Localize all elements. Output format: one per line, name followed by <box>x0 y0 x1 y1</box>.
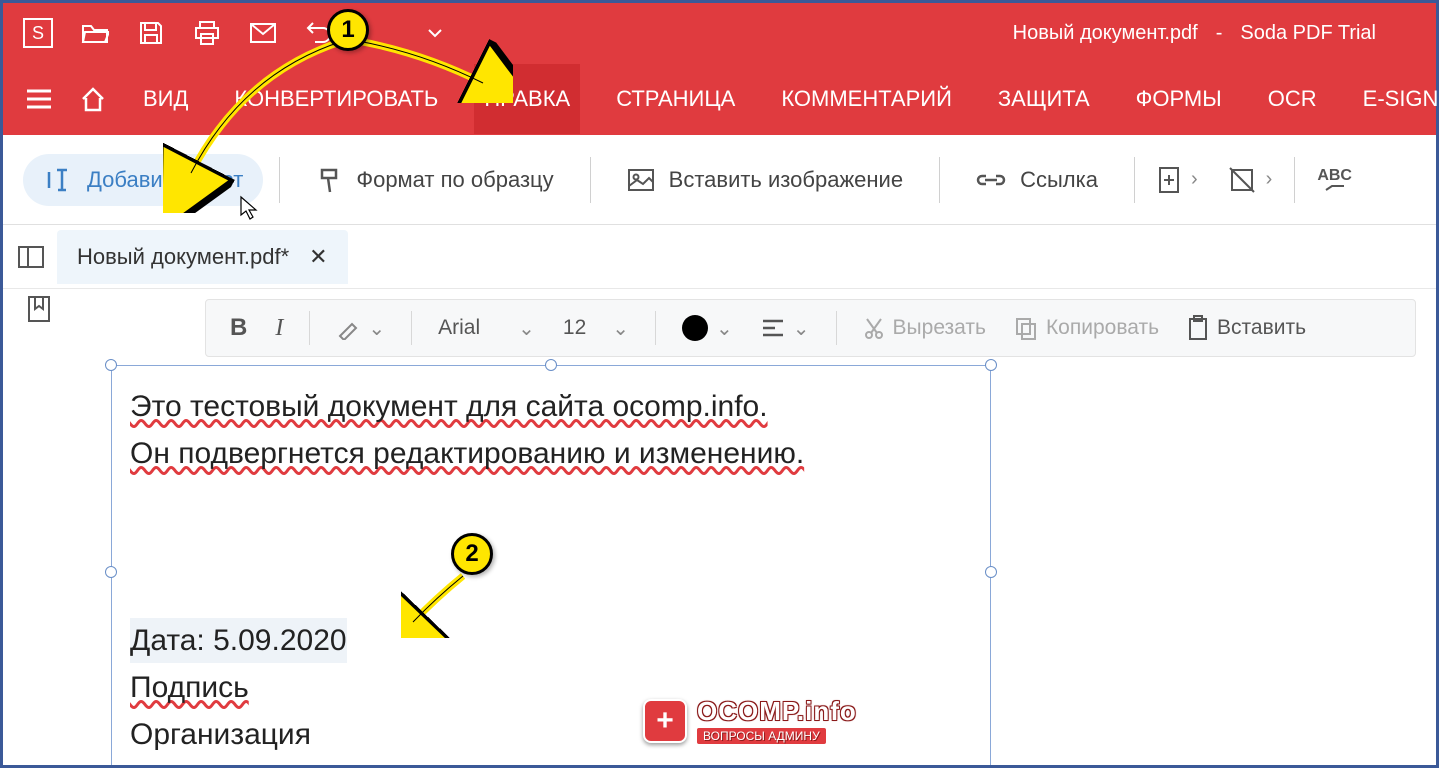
watermark-main: OCOMP.info <box>697 696 857 727</box>
document-viewport: B I ⌄ Arial ⌄ 12 ⌄ ⌄ ⌄ <box>75 289 1436 765</box>
text-line-1[interactable]: Это тестовый документ для сайта ocomp.in… <box>130 384 768 429</box>
resize-handle[interactable] <box>105 359 117 371</box>
crop-page-button[interactable]: › <box>1222 158 1279 202</box>
text-line-2[interactable]: Он подвергнется редактированию и изменен… <box>130 431 804 476</box>
bold-button[interactable]: B <box>222 310 255 346</box>
separator <box>836 311 837 345</box>
watermark-sub: ВОПРОСЫ АДМИНУ <box>697 728 826 744</box>
document-name: Новый документ.pdf <box>1013 22 1198 45</box>
highlight-color-button[interactable]: ⌄ <box>328 312 393 345</box>
insert-image-button[interactable]: Вставить изображение <box>607 155 923 205</box>
app-logo-icon[interactable]: S <box>23 18 53 48</box>
watermark-badge-icon: + <box>643 699 687 743</box>
chevron-down-icon: ⌄ <box>368 316 385 341</box>
mouse-cursor-icon <box>239 195 259 221</box>
chevron-right-icon: › <box>1266 168 1273 191</box>
title-separator: - <box>1216 22 1223 45</box>
chevron-down-icon: ⌄ <box>793 316 810 341</box>
dropdown-caret-icon[interactable] <box>421 19 449 47</box>
text-signature[interactable]: Подпись <box>130 665 249 710</box>
print-icon[interactable] <box>193 19 221 47</box>
annotation-marker-1: 1 <box>327 9 369 51</box>
add-page-button[interactable]: › <box>1151 158 1204 202</box>
chevron-down-icon: ⌄ <box>518 316 535 341</box>
marker-1-label: 1 <box>341 16 354 44</box>
font-size: 12 <box>563 316 586 340</box>
open-icon[interactable] <box>81 19 109 47</box>
font-name: Arial <box>438 316 480 340</box>
resize-handle[interactable] <box>985 566 997 578</box>
paste-button[interactable]: Вставить <box>1179 311 1314 345</box>
text-organization[interactable]: Организация <box>130 712 311 757</box>
chevron-down-icon: ⌄ <box>612 316 629 341</box>
left-rail <box>3 289 75 765</box>
link-button[interactable]: Ссылка <box>956 155 1118 205</box>
insert-image-label: Вставить изображение <box>669 167 903 193</box>
spellcheck-label: ABC <box>1317 168 1352 184</box>
bookmark-panel-icon[interactable] <box>26 295 52 323</box>
watermark: + OCOMP.info ВОПРОСЫ АДМИНУ <box>643 696 857 745</box>
separator <box>655 311 656 345</box>
menu-edit[interactable]: ПРАВКА <box>474 64 580 134</box>
save-icon[interactable] <box>137 19 165 47</box>
quick-access-toolbar: S <box>23 18 449 48</box>
format-painter-label: Формат по образцу <box>356 167 553 193</box>
spellcheck-button[interactable]: ABC <box>1311 160 1358 200</box>
add-text-button[interactable]: Добавить текст <box>23 154 263 206</box>
home-icon[interactable] <box>79 83 107 115</box>
mail-icon[interactable] <box>249 19 277 47</box>
menu-convert[interactable]: КОНВЕРТИРОВАТЬ <box>224 64 448 134</box>
menu-bar: ВИД КОНВЕРТИРОВАТЬ ПРАВКА СТРАНИЦА КОММЕ… <box>3 63 1436 135</box>
app-name: Soda PDF Trial <box>1240 22 1376 45</box>
copy-label: Копировать <box>1046 316 1159 340</box>
text-date[interactable]: Дата: 5.09.2020 <box>130 618 347 663</box>
edit-toolbar: Добавить текст Формат по образцу Вставит… <box>3 135 1436 225</box>
menu-forms[interactable]: ФОРМЫ <box>1126 64 1232 134</box>
chevron-right-icon: › <box>1191 168 1198 191</box>
separator <box>411 311 412 345</box>
menu-view[interactable]: ВИД <box>133 64 198 134</box>
document-tab[interactable]: Новый документ.pdf* ✕ <box>57 230 348 284</box>
separator <box>309 311 310 345</box>
resize-handle[interactable] <box>105 566 117 578</box>
resize-handle[interactable] <box>545 359 557 371</box>
copy-button[interactable]: Копировать <box>1006 312 1167 344</box>
panel-toggle-icon[interactable] <box>17 245 45 269</box>
window-title: Новый документ.pdf - Soda PDF Trial <box>1013 22 1376 45</box>
work-area: B I ⌄ Arial ⌄ 12 ⌄ ⌄ ⌄ <box>3 289 1436 765</box>
paste-label: Вставить <box>1217 316 1306 340</box>
italic-button[interactable]: I <box>267 311 291 346</box>
close-icon[interactable]: ✕ <box>309 244 327 270</box>
menu-esign[interactable]: E-SIGN <box>1353 64 1439 134</box>
link-label: Ссылка <box>1020 167 1098 193</box>
separator <box>1294 157 1295 203</box>
font-select[interactable]: Arial ⌄ <box>430 312 543 345</box>
resize-handle[interactable] <box>985 359 997 371</box>
menu-protect[interactable]: ЗАЩИТА <box>988 64 1100 134</box>
document-tab-bar: Новый документ.pdf* ✕ <box>3 225 1436 289</box>
menu-comment[interactable]: КОММЕНТАРИЙ <box>771 64 962 134</box>
title-bar: S Новый документ.pdf - Soda PDF Trial <box>3 3 1436 63</box>
chevron-down-icon: ⌄ <box>716 316 733 341</box>
menu-ocr[interactable]: OCR <box>1258 64 1327 134</box>
separator <box>279 157 280 203</box>
annotation-marker-2: 2 <box>451 533 493 575</box>
cut-label: Вырезать <box>893 316 986 340</box>
hamburger-icon[interactable] <box>25 83 53 115</box>
text-format-bar: B I ⌄ Arial ⌄ 12 ⌄ ⌄ ⌄ <box>205 299 1416 357</box>
tab-label: Новый документ.pdf* <box>77 244 289 270</box>
font-color-button[interactable]: ⌄ <box>674 311 741 345</box>
font-size-select[interactable]: 12 ⌄ <box>555 312 637 345</box>
menu-page[interactable]: СТРАНИЦА <box>606 64 745 134</box>
separator <box>590 157 591 203</box>
color-swatch <box>682 315 708 341</box>
format-painter-button[interactable]: Формат по образцу <box>296 154 573 206</box>
add-text-label: Добавить текст <box>87 167 243 193</box>
align-button[interactable]: ⌄ <box>753 312 818 345</box>
marker-2-label: 2 <box>465 540 478 568</box>
text-frame[interactable]: Это тестовый документ для сайта ocomp.in… <box>111 365 991 765</box>
cut-button[interactable]: Вырезать <box>855 312 994 344</box>
separator <box>1134 157 1135 203</box>
separator <box>939 157 940 203</box>
